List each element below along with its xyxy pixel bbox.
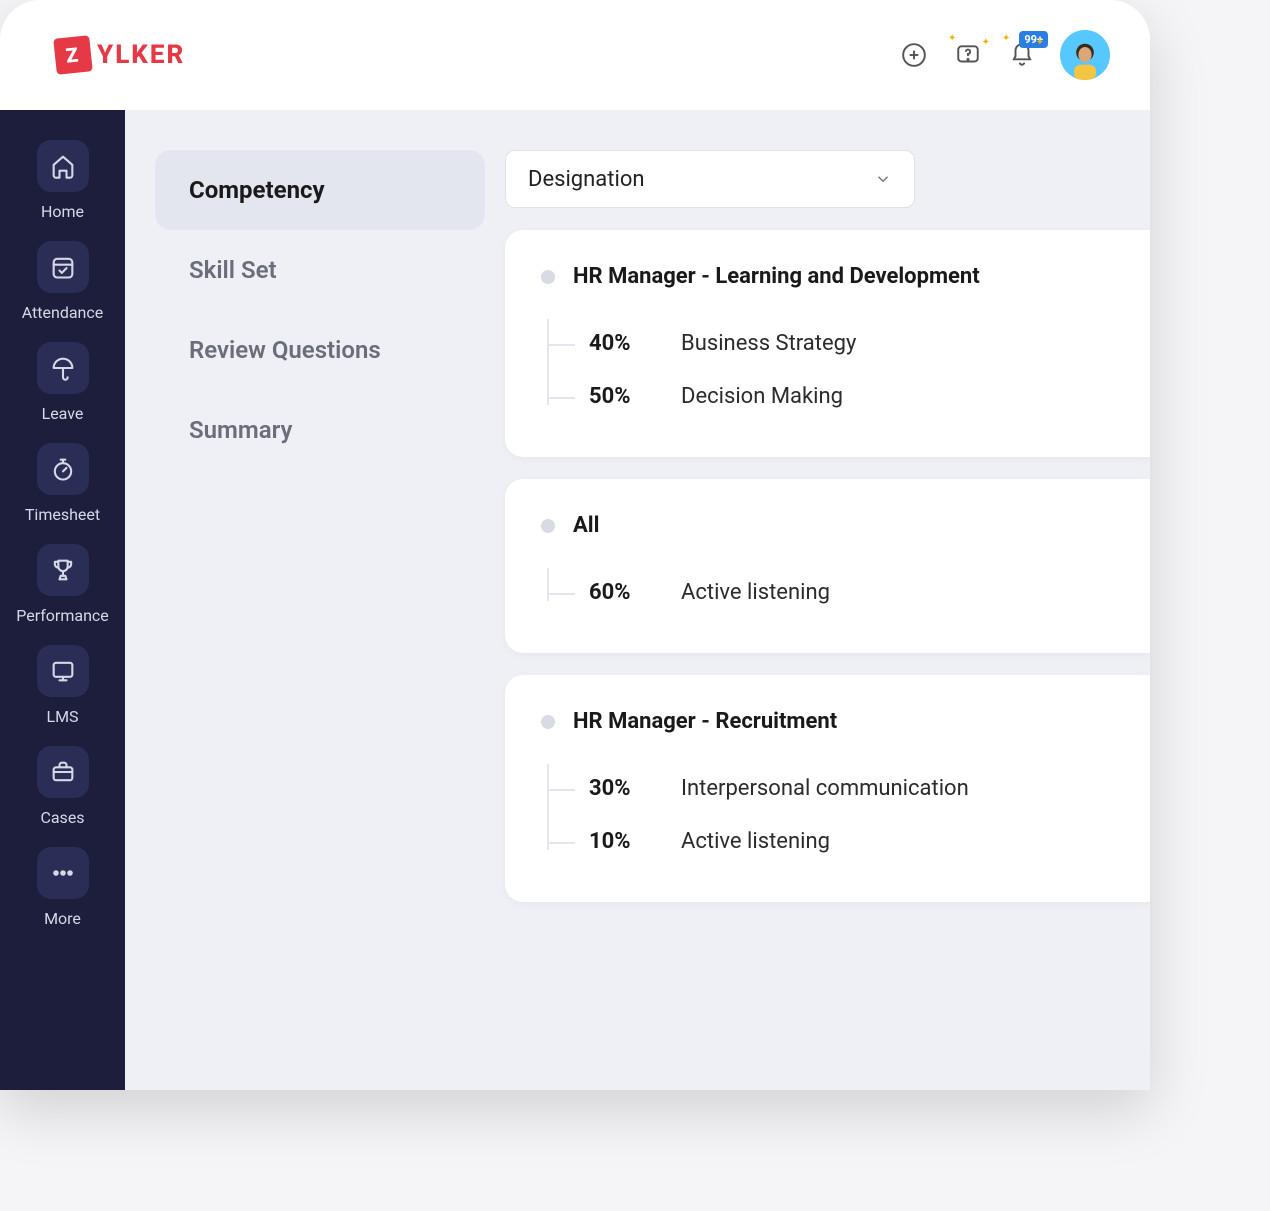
briefcase-icon (37, 746, 89, 798)
help-icon[interactable] (952, 39, 984, 71)
tab-review-questions[interactable]: Review Questions (155, 310, 485, 390)
calendar-check-icon (37, 241, 89, 293)
sidebar-item-label: Home (41, 202, 84, 221)
competency-item: 10% Active listening (541, 815, 1120, 868)
competency-percent: 40% (589, 331, 659, 356)
competency-label: Business Strategy (681, 331, 856, 356)
sidebar-item-home[interactable]: Home (0, 140, 125, 221)
brand-logo: Z YLKER (55, 37, 185, 73)
sidebar-item-label: LMS (46, 707, 78, 726)
more-icon (37, 847, 89, 899)
competency-percent: 50% (589, 384, 659, 409)
tab-summary[interactable]: Summary (155, 390, 485, 470)
competency-item: 50% Decision Making (541, 370, 1120, 423)
dropdown-value: Designation (528, 167, 645, 192)
stopwatch-icon (37, 443, 89, 495)
sidebar-nav: Home Attendance Leave Timesheet Performa… (0, 110, 125, 1090)
sidebar-item-cases[interactable]: Cases (0, 746, 125, 827)
competency-percent: 10% (589, 829, 659, 854)
panel: Designation HR Manager - Learning and De… (505, 150, 1150, 1090)
sidebar-item-timesheet[interactable]: Timesheet (0, 443, 125, 524)
competency-group-card: HR Manager - Learning and Development 40… (505, 230, 1150, 457)
competency-label: Decision Making (681, 384, 843, 409)
group-title: HR Manager - Recruitment (541, 709, 1120, 734)
competency-item: 40% Business Strategy (541, 317, 1120, 370)
competency-tree: 30% Interpersonal communication 10% Acti… (541, 762, 1120, 868)
tabs-list: Competency Skill Set Review Questions Su… (155, 150, 485, 1090)
competency-label: Interpersonal communication (681, 776, 969, 801)
avatar[interactable] (1060, 30, 1110, 80)
designation-dropdown[interactable]: Designation (505, 150, 915, 208)
sidebar-item-performance[interactable]: Performance (0, 544, 125, 625)
sidebar-item-label: Attendance (22, 303, 104, 322)
sidebar-item-label: Performance (16, 606, 109, 625)
bullet-icon (541, 519, 555, 533)
tab-competency[interactable]: Competency (155, 150, 485, 230)
brand-badge: Z (53, 35, 93, 75)
tab-skill-set[interactable]: Skill Set (155, 230, 485, 310)
group-title: HR Manager - Learning and Development (541, 264, 1120, 289)
home-icon (37, 140, 89, 192)
topbar: Z YLKER 99+ (0, 0, 1150, 110)
competency-group-card: HR Manager - Recruitment 30% Interperson… (505, 675, 1150, 902)
sidebar-item-label: More (44, 909, 81, 928)
competency-item: 60% Active listening (541, 566, 1120, 619)
trophy-icon (37, 544, 89, 596)
chevron-down-icon (874, 170, 892, 188)
sidebar-item-leave[interactable]: Leave (0, 342, 125, 423)
competency-label: Active listening (681, 829, 830, 854)
bullet-icon (541, 715, 555, 729)
group-title: All (541, 513, 1120, 538)
competency-item: 30% Interpersonal communication (541, 762, 1120, 815)
sidebar-item-lms[interactable]: LMS (0, 645, 125, 726)
add-icon[interactable] (898, 39, 930, 71)
competency-label: Active listening (681, 580, 830, 605)
content-area: Competency Skill Set Review Questions Su… (125, 110, 1150, 1090)
competency-tree: 60% Active listening (541, 566, 1120, 619)
notifications-icon[interactable]: 99+ (1006, 39, 1038, 71)
competency-tree: 40% Business Strategy 50% Decision Makin… (541, 317, 1120, 423)
sidebar-item-label: Timesheet (25, 505, 100, 524)
presentation-icon (37, 645, 89, 697)
topbar-icons: 99+ (898, 30, 1110, 80)
umbrella-icon (37, 342, 89, 394)
sidebar-item-more[interactable]: More (0, 847, 125, 928)
sidebar-item-label: Cases (40, 808, 84, 827)
notification-count-badge: 99+ (1019, 31, 1048, 48)
competency-group-card: All 60% Active listening (505, 479, 1150, 653)
sidebar-item-attendance[interactable]: Attendance (0, 241, 125, 322)
competency-percent: 30% (589, 776, 659, 801)
bullet-icon (541, 270, 555, 284)
sidebar-item-label: Leave (42, 404, 84, 423)
competency-percent: 60% (589, 580, 659, 605)
brand-name: YLKER (97, 40, 185, 70)
